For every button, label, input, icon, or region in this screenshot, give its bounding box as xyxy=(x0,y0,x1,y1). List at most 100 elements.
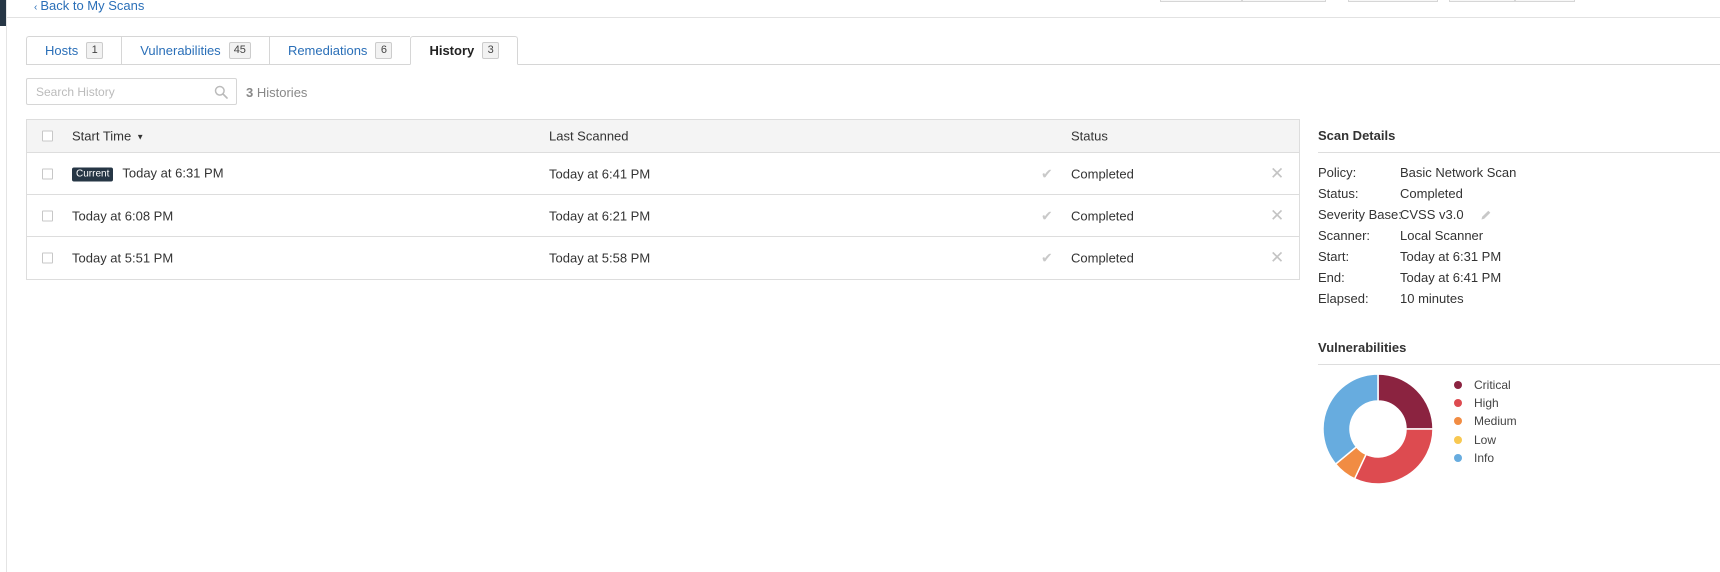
tab-label: History xyxy=(429,43,475,58)
last-scanned-cell: Today at 6:41 PM xyxy=(549,166,651,181)
toolbar-button[interactable] xyxy=(1242,0,1326,2)
status-cell: Completed xyxy=(1071,166,1134,181)
delete-icon[interactable]: ✕ xyxy=(1270,164,1284,184)
start-time-cell: Today at 6:08 PM xyxy=(72,208,174,223)
tab-label: Hosts xyxy=(45,43,79,58)
row-checkbox[interactable] xyxy=(42,210,53,221)
legend-swatch xyxy=(1454,453,1462,462)
legend-item[interactable]: Medium xyxy=(1454,412,1517,430)
detail-key: Start: xyxy=(1318,249,1350,264)
scan-details-list: Policy: Basic Network Scan Status: Complet… xyxy=(1318,162,1516,309)
check-icon: ✔ xyxy=(1041,249,1053,266)
legend-item[interactable]: High xyxy=(1454,394,1517,412)
last-scanned-cell: Today at 6:21 PM xyxy=(549,208,651,223)
column-header-status[interactable]: Status xyxy=(1071,129,1108,144)
legend-swatch xyxy=(1454,417,1462,426)
detail-key: Severity Base: xyxy=(1318,207,1402,222)
histories-number: 3 xyxy=(246,85,254,100)
column-header-start-time[interactable]: Start Time ▼ xyxy=(72,129,144,144)
tab-history[interactable]: History 3 xyxy=(410,36,519,65)
donut-slice-info[interactable] xyxy=(1322,373,1379,466)
legend-item[interactable]: Critical xyxy=(1454,376,1517,394)
back-to-scans-link[interactable]: ‹ Back to My Scans xyxy=(34,0,144,13)
delete-icon[interactable]: ✕ xyxy=(1270,248,1284,268)
history-table: Start Time ▼ Last Scanned Status Current T… xyxy=(26,119,1300,280)
start-time-value: Today at 6:31 PM xyxy=(122,165,224,180)
divider xyxy=(1318,152,1720,153)
tab-count-badge: 3 xyxy=(482,42,500,59)
legend-item[interactable]: Low xyxy=(1454,431,1517,449)
detail-row: Elapsed: 10 minutes xyxy=(1318,288,1516,309)
sort-down-icon: ▼ xyxy=(136,132,145,142)
legend-swatch xyxy=(1454,435,1462,444)
detail-key: Elapsed: xyxy=(1318,291,1369,306)
tab-count-badge: 1 xyxy=(86,42,104,59)
scan-details-title: Scan Details xyxy=(1318,128,1396,143)
toolbar-button[interactable] xyxy=(1160,0,1242,2)
divider xyxy=(1318,364,1720,365)
donut-slice-critical[interactable] xyxy=(1377,373,1434,430)
top-bar: ‹ Back to My Scans xyxy=(7,0,1720,18)
table-row[interactable]: Today at 6:08 PM Today at 6:21 PM ✔ Comp… xyxy=(27,195,1299,237)
vulnerabilities-title: Vulnerabilities xyxy=(1318,340,1407,355)
start-time-cell: Today at 5:51 PM xyxy=(72,250,174,266)
legend-label: Medium xyxy=(1474,414,1517,429)
toolbar-button[interactable] xyxy=(1449,0,1515,2)
status-cell: Completed xyxy=(1071,250,1134,266)
status-cell: Completed xyxy=(1071,208,1134,223)
scan-tabs: Hosts 1 Vulnerabilities 45 Remediations 6 H… xyxy=(26,36,519,65)
tab-remediations[interactable]: Remediations 6 xyxy=(268,36,411,65)
search-history-input[interactable] xyxy=(27,79,236,104)
legend-item[interactable]: Info xyxy=(1454,449,1517,467)
detail-value: 10 minutes xyxy=(1400,291,1464,306)
check-icon: ✔ xyxy=(1041,165,1053,181)
tab-vulnerabilities[interactable]: Vulnerabilities 45 xyxy=(121,36,269,65)
current-badge: Current xyxy=(72,167,114,181)
search-icon[interactable] xyxy=(214,85,228,99)
chevron-left-icon: ‹ xyxy=(34,2,38,13)
detail-row: End: Today at 6:41 PM xyxy=(1318,267,1516,288)
tab-label: Vulnerabilities xyxy=(140,43,221,58)
detail-key: Policy: xyxy=(1318,165,1357,180)
table-row[interactable]: Current Today at 6:31 PM Today at 6:41 PM… xyxy=(27,153,1299,195)
detail-row: Policy: Basic Network Scan xyxy=(1318,162,1516,183)
donut-slice-high[interactable] xyxy=(1353,428,1434,485)
detail-value: Completed xyxy=(1400,186,1463,201)
select-all-checkbox[interactable] xyxy=(42,130,53,142)
tab-label: Remediations xyxy=(287,43,368,58)
toolbar-button[interactable] xyxy=(1348,0,1438,2)
detail-key: Scanner: xyxy=(1318,228,1371,243)
table-row[interactable]: Today at 5:51 PM Today at 5:58 PM ✔ Comp… xyxy=(27,237,1299,279)
sidebar-divider xyxy=(6,0,7,572)
histories-count: 3 Histories xyxy=(246,85,307,100)
search-history-box xyxy=(26,78,237,105)
legend-label: Low xyxy=(1474,432,1497,447)
back-link-label: Back to My Scans xyxy=(40,0,145,13)
tab-hosts[interactable]: Hosts 1 xyxy=(26,36,122,65)
histories-label: Histories xyxy=(256,85,308,100)
start-time-cell: Current Today at 6:31 PM xyxy=(72,165,224,182)
detail-row: Scanner: Local Scanner xyxy=(1318,225,1516,246)
delete-icon[interactable]: ✕ xyxy=(1270,206,1284,226)
row-checkbox[interactable] xyxy=(42,252,53,264)
last-scanned-cell: Today at 5:58 PM xyxy=(549,250,651,266)
legend-swatch xyxy=(1454,399,1462,408)
legend-label: Critical xyxy=(1474,378,1511,393)
detail-key: End: xyxy=(1318,270,1345,285)
vulnerabilities-legend: Critical High Medium Low Info xyxy=(1454,376,1517,467)
legend-swatch xyxy=(1454,381,1462,390)
legend-label: Info xyxy=(1474,450,1495,465)
tab-count-badge: 6 xyxy=(375,42,393,59)
tab-count-badge: 45 xyxy=(228,42,251,59)
toolbar-button[interactable] xyxy=(1515,0,1575,2)
row-checkbox[interactable] xyxy=(42,168,53,179)
column-header-last-scanned[interactable]: Last Scanned xyxy=(549,129,629,144)
vulnerabilities-donut-chart[interactable] xyxy=(1322,373,1434,485)
table-header: Start Time ▼ Last Scanned Status xyxy=(27,120,1299,153)
check-icon: ✔ xyxy=(1041,207,1053,223)
detail-value: CVSS v3.0 xyxy=(1400,207,1464,222)
detail-row: Severity Base: CVSS v3.0 xyxy=(1318,204,1516,225)
detail-value: Basic Network Scan xyxy=(1400,165,1517,180)
detail-row: Start: Today at 6:31 PM xyxy=(1318,246,1516,267)
edit-pencil-icon[interactable] xyxy=(1480,209,1492,221)
